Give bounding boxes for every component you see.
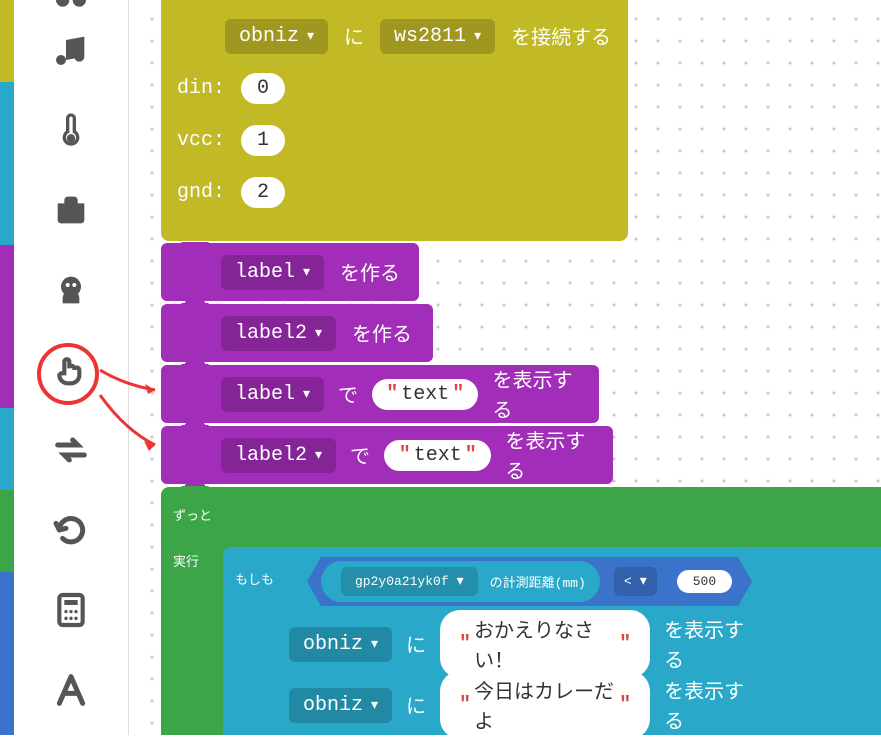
category-text-icon[interactable] [14,650,128,730]
gnd-label: gnd: [177,181,225,204]
obniz-dropdown[interactable]: obniz [289,688,392,723]
color-category-bar [0,0,14,735]
show-text: を表示する [664,614,755,674]
display-msg1-block[interactable]: obniz に "おかえりなさい！" を表示する [243,615,773,673]
make-label2-block[interactable]: label2 を作る [161,304,433,362]
label-connect: を接続する [511,21,611,51]
label2-dropdown[interactable]: label2 [221,316,336,351]
msg1-input[interactable]: "おかえりなさい！" [440,610,650,678]
category-pointer-icon[interactable] [14,330,128,410]
condition-block[interactable]: gp2y0a21yk0f の計測距離(mm) < 500 [307,557,752,606]
vcc-label: vcc: [177,129,225,152]
msg2-input[interactable]: "今日はカレーだよ" [440,671,650,738]
show-text: を表示する [492,364,581,424]
if-label: もしも [235,569,274,588]
vcc-input[interactable]: 1 [241,125,285,156]
exec-label: 実行 [173,551,199,570]
connect-device-block[interactable]: obniz に ws2811 を接続する din: 0 vcc: 1 gnd: … [161,0,628,241]
category-transfer-icon[interactable] [14,410,128,490]
din-input[interactable]: 0 [241,73,285,104]
operator-dropdown[interactable]: < [614,567,657,596]
sensor-reading-block[interactable]: gp2y0a21yk0f の計測距離(mm) [321,561,600,602]
de-text: で [338,379,358,409]
ws2811-dropdown[interactable]: ws2811 [380,19,495,54]
sensor-dropdown[interactable]: gp2y0a21yk0f [341,567,478,596]
make-text: を作る [340,257,400,287]
if-block[interactable]: もしも gp2y0a21yk0f の計測距離(mm) < 500 obniz に… [223,547,881,735]
label-dropdown[interactable]: label [221,255,324,290]
obniz-dropdown[interactable]: obniz [225,19,328,54]
category-toolbox-icon[interactable] [14,170,128,250]
category-music-icon[interactable] [14,10,128,90]
forever-loop-block[interactable]: ずっと 実行 もしも gp2y0a21yk0f の計測距離(mm) < 500 … [161,487,881,735]
show-label2-text-block[interactable]: label2 で "text" を表示する [161,426,613,484]
label-dropdown[interactable]: label [221,377,324,412]
distance-label: の計測距離(mm) [490,572,586,591]
label-ni: に [344,21,364,51]
category-undo-icon[interactable] [14,490,128,570]
text-input[interactable]: "text" [372,379,478,410]
forever-label: ずっと [173,505,212,524]
category-calculator-icon[interactable] [14,570,128,650]
din-label: din: [177,77,225,100]
category-dashboard-icon[interactable] [14,0,128,10]
ni-text: に [406,629,426,659]
show-text: を表示する [505,425,595,485]
make-text: を作る [352,318,412,348]
make-label-block[interactable]: label を作る [161,243,419,301]
ni-text: に [406,690,426,720]
show-label-text-block[interactable]: label で "text" を表示する [161,365,599,423]
block-canvas[interactable]: obniz に ws2811 を接続する din: 0 vcc: 1 gnd: … [133,0,881,735]
category-temperature-icon[interactable] [14,90,128,170]
label2-dropdown[interactable]: label2 [221,438,336,473]
show-text: を表示する [664,675,755,735]
de-text: で [350,440,370,470]
display-msg2-block[interactable]: obniz に "今日はカレーだよ" を表示する [243,676,773,734]
threshold-input[interactable]: 500 [677,570,732,593]
category-sidebar [14,0,129,735]
text-input[interactable]: "text" [384,440,491,471]
gnd-input[interactable]: 2 [241,177,285,208]
obniz-dropdown[interactable]: obniz [289,627,392,662]
category-robot-icon[interactable] [14,250,128,330]
